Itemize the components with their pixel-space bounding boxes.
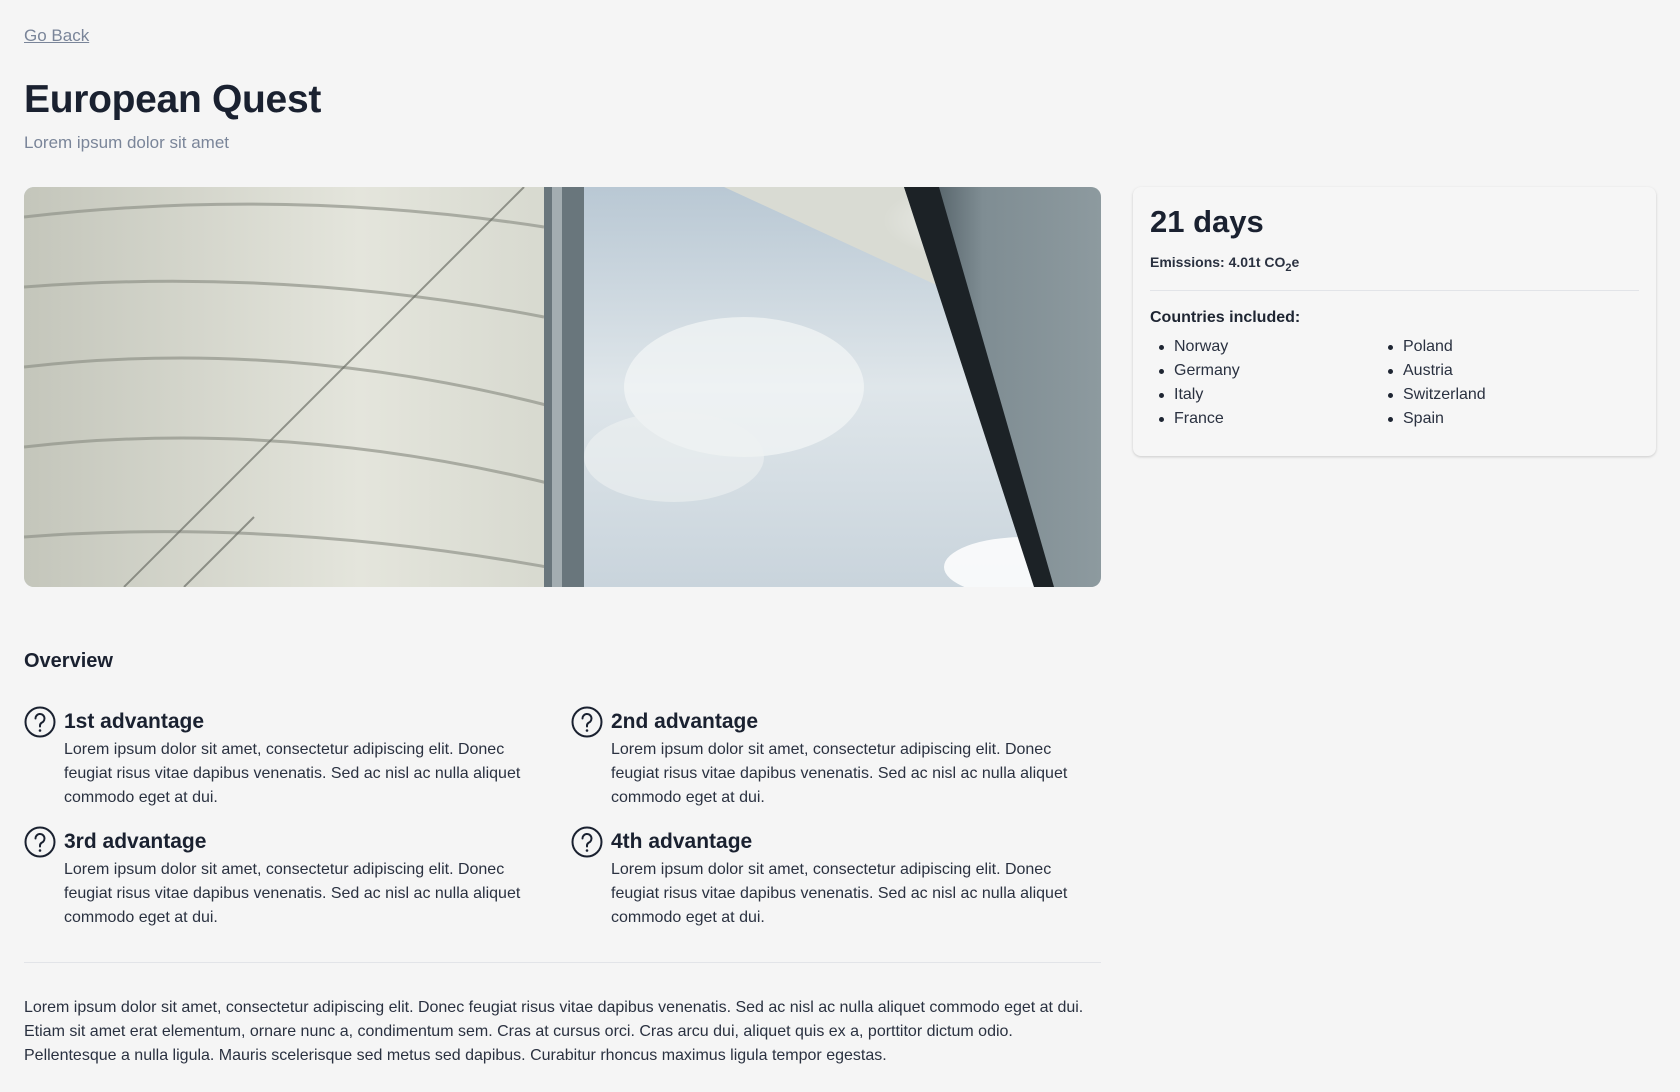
advantage-item: 1st advantage Lorem ipsum dolor sit amet… — [24, 706, 571, 826]
country-item: Austria — [1379, 359, 1608, 383]
page-subtitle: Lorem ipsum dolor sit amet — [24, 133, 230, 152]
advantage-item: 4th advantage Lorem ipsum dolor sit amet… — [571, 826, 1101, 946]
card-divider — [1150, 289, 1639, 291]
advantage-title: 3rd advantage — [64, 830, 207, 853]
country-item: Italy — [1150, 383, 1379, 407]
advantage-text: Lorem ipsum dolor sit amet, consectetur … — [64, 741, 521, 806]
country-item: Germany — [1150, 359, 1379, 383]
advantage-text: Lorem ipsum dolor sit amet, consectetur … — [611, 861, 1068, 926]
question-circle-icon — [571, 826, 603, 858]
overview-heading: Overview — [24, 650, 113, 672]
country-item: Switzerland — [1379, 383, 1608, 407]
emissions-value: Emissions: 4.01t CO2e — [1150, 254, 1639, 274]
countries-heading: Countries included: — [1150, 308, 1301, 326]
section-divider — [24, 962, 1101, 963]
emissions-prefix: Emissions: 4.01t CO — [1150, 254, 1286, 271]
country-item: Poland — [1379, 335, 1608, 359]
question-circle-icon — [24, 826, 56, 858]
countries-list: Norway Germany Italy France Poland Austr… — [1150, 335, 1639, 431]
advantage-title: 4th advantage — [611, 830, 753, 853]
go-back-link[interactable]: Go Back — [24, 26, 89, 46]
advantages-grid: 1st advantage Lorem ipsum dolor sit amet… — [24, 706, 1101, 946]
question-circle-icon — [571, 706, 603, 738]
advantage-text: Lorem ipsum dolor sit amet, consectetur … — [611, 741, 1068, 806]
question-circle-icon — [24, 706, 56, 738]
advantage-text: Lorem ipsum dolor sit amet, consectetur … — [64, 861, 521, 926]
advantage-item: 2nd advantage Lorem ipsum dolor sit amet… — [571, 706, 1101, 826]
sailboat-sails-image — [24, 187, 1101, 587]
country-item: Spain — [1379, 407, 1608, 431]
trip-detail-page: Go Back European Quest Lorem ipsum dolor… — [0, 0, 1680, 1092]
hero-image — [24, 187, 1101, 587]
country-item: Norway — [1150, 335, 1379, 359]
trip-duration: 21 days — [1150, 204, 1264, 239]
trip-summary-card: 21 days Emissions: 4.01t CO2e Countries … — [1133, 187, 1656, 456]
trip-description: Lorem ipsum dolor sit amet, consectetur … — [24, 999, 1084, 1064]
country-item: France — [1150, 407, 1379, 431]
advantage-title: 2nd advantage — [611, 710, 759, 733]
advantage-title: 1st advantage — [64, 710, 205, 733]
emissions-suffix: e — [1291, 254, 1300, 271]
advantage-item: 3rd advantage Lorem ipsum dolor sit amet… — [24, 826, 571, 946]
page-title: European Quest — [24, 78, 322, 121]
